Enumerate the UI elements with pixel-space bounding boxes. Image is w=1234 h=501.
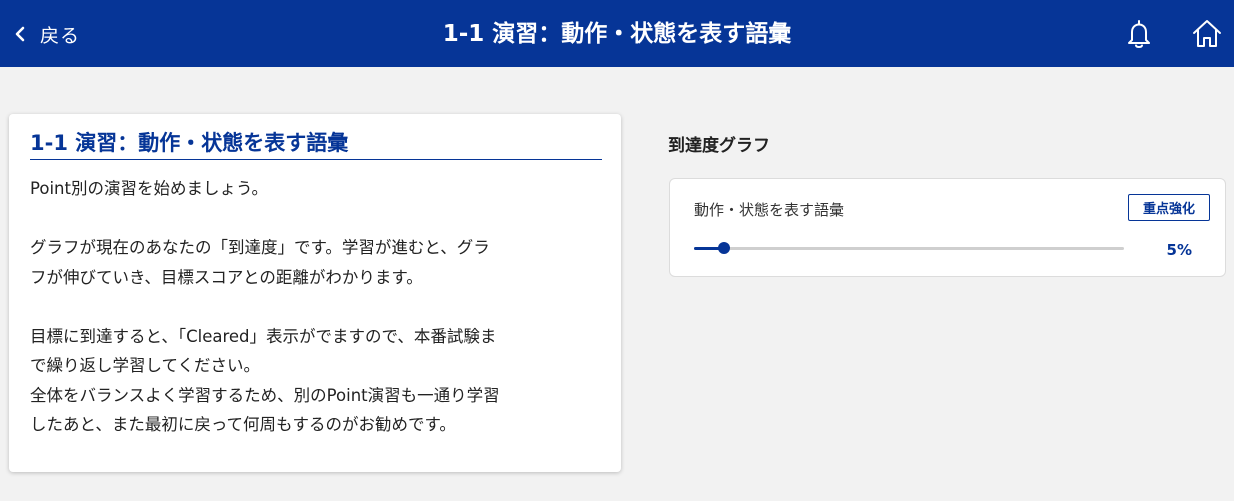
page-title: 1-1 演習：動作・状態を表す語彙 xyxy=(442,21,792,47)
chevron-left-icon xyxy=(15,26,25,42)
graph-heading: 到達度グラフ xyxy=(668,136,770,156)
top-bar: 戻る 1-1 演習：動作・状態を表す語彙 xyxy=(0,0,1234,67)
intro-line: したあと、また最初に戻って何周もするのがお勧めです。 xyxy=(30,415,456,434)
intro-text: Point別の演習を始めましょう。 グラフが現在のあなたの「到達度」です。学習が… xyxy=(30,174,608,440)
intro-line: 全体をバランスよく学習するため、別のPoint演習も一通り学習 xyxy=(30,385,500,405)
intro-line: グラフが現在のあなたの「到達度」です。学習が進むと、グラ xyxy=(30,238,490,257)
focus-badge[interactable]: 重点強化 xyxy=(1128,194,1210,221)
progress-marker xyxy=(718,242,731,254)
progress-item-name: 動作・状態を表す語彙 xyxy=(694,201,845,219)
intro-line: 目標に到達すると、「Cleared」表示がでますので、本番試験ま xyxy=(30,326,497,346)
bell-icon xyxy=(1128,20,1150,48)
progress-card[interactable]: 動作・状態を表す語彙 重点強化 5% xyxy=(669,178,1226,277)
progress-track xyxy=(694,242,1124,254)
intro-line: Point別の演習を始めましょう。 xyxy=(30,179,268,198)
intro-line: フが伸びていき、目標スコアとの距離がわかります。 xyxy=(30,267,423,287)
intro-line: で繰り返し学習してください。 xyxy=(30,356,261,375)
home-icon xyxy=(1193,20,1221,47)
intro-card: 1-1 演習：動作・状態を表す語彙 Point別の演習を始めましょう。 グラフが… xyxy=(9,114,621,472)
back-label: 戻る xyxy=(40,24,81,47)
progress-percent: 5% xyxy=(1166,241,1192,259)
home-button[interactable] xyxy=(1190,16,1224,52)
back-button[interactable]: 戻る xyxy=(14,18,80,50)
notification-button[interactable] xyxy=(1122,16,1156,52)
card-title: 1-1 演習：動作・状態を表す語彙 xyxy=(30,128,602,160)
